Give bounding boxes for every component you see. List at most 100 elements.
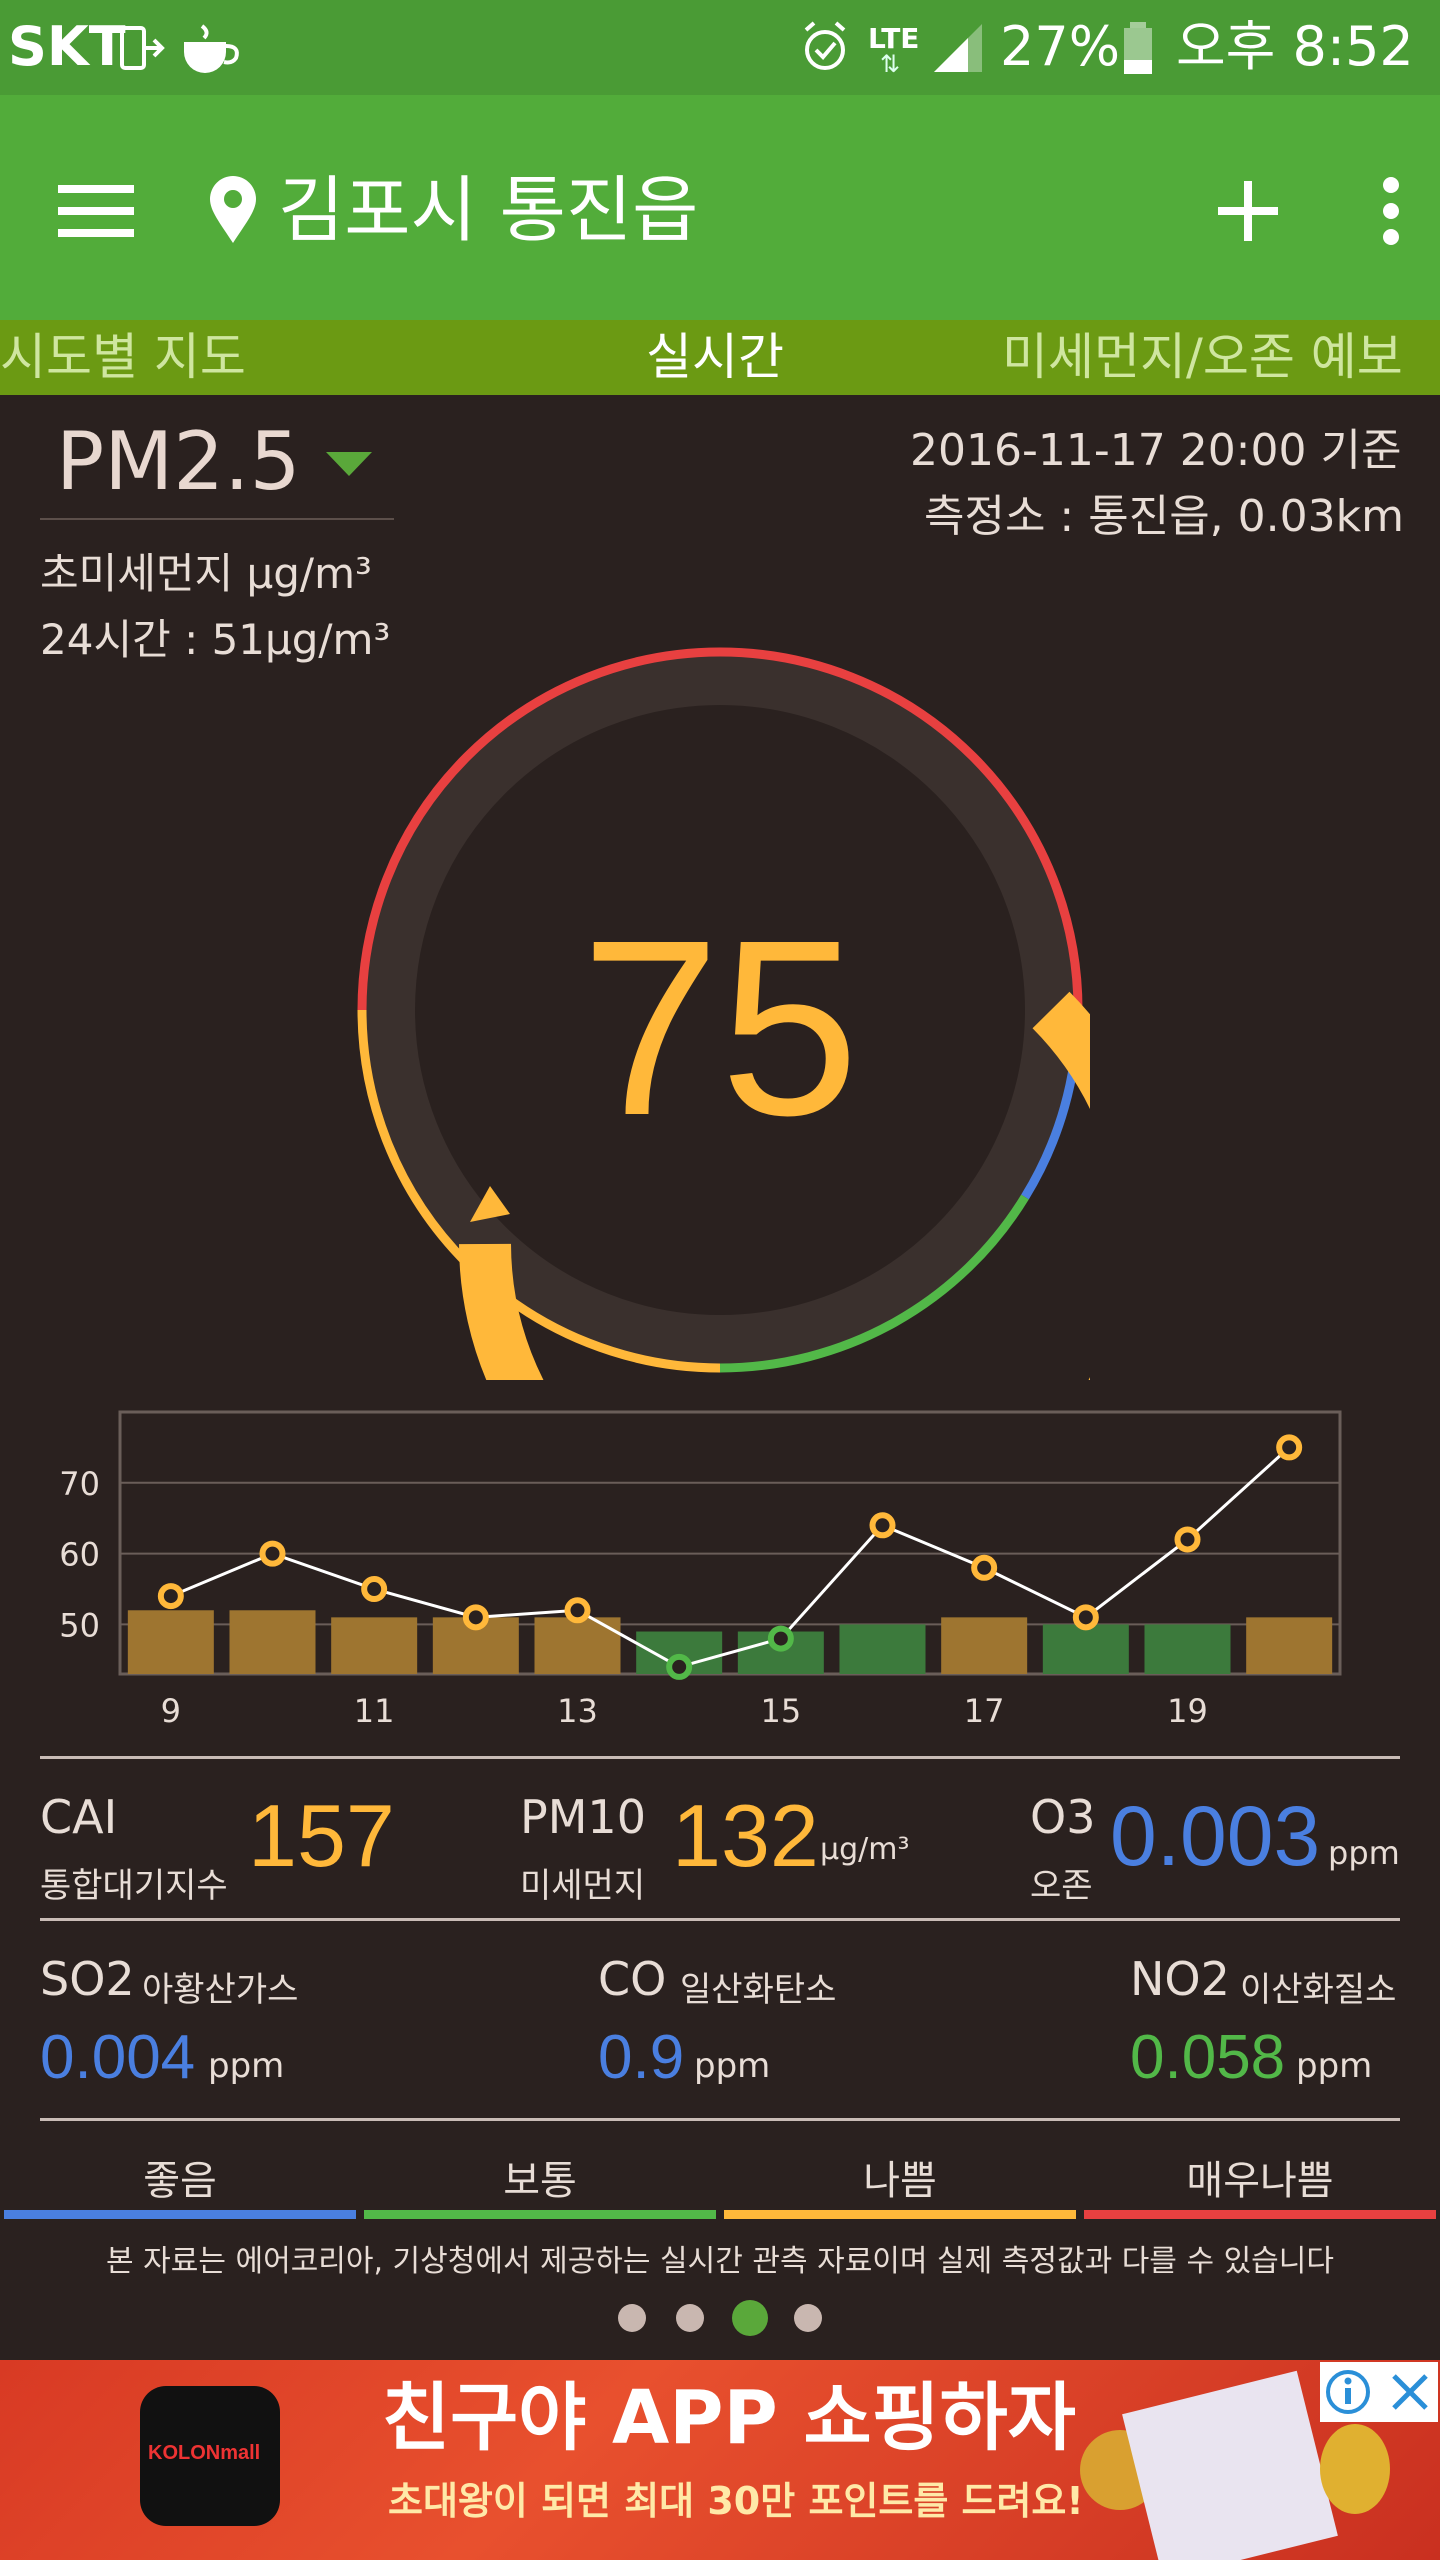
app-bar: 김포시 통진읍 bbox=[0, 95, 1440, 320]
gauge-value: 75 bbox=[581, 888, 859, 1167]
chart-y-tick-label: 50 bbox=[59, 1606, 100, 1644]
chart-point bbox=[361, 1576, 388, 1603]
pm10-sub: 미세먼지 bbox=[520, 1866, 646, 1906]
no2-value: 0.058 bbox=[1130, 2023, 1286, 2092]
legend-very-bad-label: 매우나쁨 bbox=[1186, 2158, 1334, 2204]
data-arrows-icon: ⇅ bbox=[880, 50, 901, 78]
divider bbox=[40, 2118, 1400, 2121]
ad-info-icon[interactable] bbox=[1324, 2368, 1372, 2416]
chart-bar bbox=[1246, 1617, 1333, 1674]
chart-point bbox=[1174, 1526, 1201, 1553]
status-bar: SKT LTE ⇅ 27% 오후 8:52 bbox=[0, 0, 1440, 95]
pm10-value: 132 bbox=[672, 1786, 819, 1885]
page-indicator-dot-active[interactable] bbox=[732, 2300, 768, 2336]
coffee-cup-icon bbox=[184, 24, 239, 73]
o3-unit: ppm bbox=[1328, 1834, 1400, 1872]
ad-coin-icon bbox=[1320, 2424, 1390, 2514]
pollutant-selector[interactable]: PM2.5 bbox=[40, 400, 394, 520]
divider bbox=[40, 1756, 1400, 1759]
chart-bar bbox=[331, 1617, 418, 1674]
page-indicator-dot[interactable] bbox=[794, 2304, 822, 2332]
page-indicator-dot[interactable] bbox=[676, 2304, 704, 2332]
menu-icon[interactable] bbox=[58, 183, 134, 239]
legend-very-bad-bar bbox=[1084, 2210, 1436, 2219]
chart-point bbox=[767, 1625, 794, 1652]
divider bbox=[40, 518, 394, 520]
legend-normal-bar bbox=[364, 2210, 716, 2219]
cai-sub: 통합대기지수 bbox=[40, 1866, 228, 1906]
station-info: 측정소 : 통진읍, 0.03km bbox=[924, 491, 1404, 542]
chart-bar bbox=[1042, 1624, 1129, 1674]
co-value: 0.9 bbox=[598, 2023, 685, 2092]
tab-realtime[interactable]: 실시간 bbox=[646, 326, 784, 388]
page-indicator-dot[interactable] bbox=[618, 2304, 646, 2332]
aqi-gauge: 75 bbox=[357, 647, 1090, 1380]
chart-bar bbox=[127, 1610, 214, 1674]
location-title[interactable]: 김포시 통진읍 bbox=[278, 165, 698, 255]
more-vert-icon[interactable] bbox=[1380, 175, 1402, 247]
chart-x-tick-label: 9 bbox=[161, 1692, 181, 1730]
chart-x-tick-label: 11 bbox=[354, 1692, 395, 1730]
pm10-name: PM10 bbox=[520, 1790, 646, 1844]
battery-percent: 27% bbox=[1000, 15, 1121, 78]
chart-x-tick-label: 13 bbox=[557, 1692, 598, 1730]
chart-point bbox=[462, 1604, 489, 1631]
chart-y-tick-label: 70 bbox=[59, 1465, 100, 1503]
ad-subline: 초대왕이 되면 최대 30만 포인트를 드려요! bbox=[388, 2479, 1084, 2523]
chart-y-tick-label: 60 bbox=[59, 1536, 100, 1574]
cai-value: 157 bbox=[248, 1786, 395, 1885]
chart-point bbox=[1276, 1434, 1303, 1461]
chart-point bbox=[869, 1512, 896, 1539]
o3-value: 0.003 bbox=[1110, 1789, 1321, 1883]
ad-phone-image bbox=[1122, 2370, 1338, 2560]
chart-x-tick-label: 17 bbox=[964, 1692, 1005, 1730]
chart-point bbox=[259, 1540, 286, 1567]
no2-unit: ppm bbox=[1296, 2046, 1373, 2086]
chart-point bbox=[971, 1554, 998, 1581]
tab-forecast[interactable]: 미세먼지/오존 예보 bbox=[1002, 326, 1403, 388]
legend-bad-bar bbox=[724, 2210, 1076, 2219]
ad-headline: 친구야 APP 쇼핑하자 bbox=[382, 2375, 1076, 2461]
legend-good-bar bbox=[4, 2210, 356, 2219]
chart-point bbox=[564, 1597, 591, 1624]
so2-value: 0.004 bbox=[40, 2023, 196, 2092]
signal-icon bbox=[934, 24, 982, 72]
chart-bar bbox=[839, 1624, 926, 1674]
co-unit: ppm bbox=[694, 2046, 771, 2086]
chart-x-tick-label: 15 bbox=[760, 1692, 801, 1730]
chart-point bbox=[157, 1583, 184, 1610]
chart-bar bbox=[229, 1610, 316, 1674]
divider bbox=[40, 1918, 1400, 1921]
carrier-label: SKT bbox=[8, 15, 126, 78]
alarm-icon bbox=[804, 21, 846, 70]
so2-sub: 아황산가스 bbox=[142, 1970, 299, 2010]
avg-24h: 24시간 : 51μg/m³ bbox=[40, 615, 391, 664]
dropdown-triangle-icon bbox=[326, 452, 372, 476]
chart-bar bbox=[941, 1617, 1028, 1674]
chart-bar bbox=[1144, 1624, 1231, 1674]
o3-name: O3 bbox=[1030, 1790, 1096, 1844]
screen-mirror-icon bbox=[120, 26, 165, 70]
chart-x-tick-label: 19 bbox=[1167, 1692, 1208, 1730]
pollutant-subtitle: 초미세먼지 μg/m³ bbox=[40, 549, 372, 598]
ad-close-icon[interactable] bbox=[1388, 2370, 1432, 2414]
tab-province-map[interactable]: 시도별 지도 bbox=[0, 326, 246, 388]
legend-normal-label: 보통 bbox=[503, 2158, 577, 2204]
pm10-unit: μg/m³ bbox=[820, 1832, 910, 1867]
so2-unit: ppm bbox=[208, 2046, 285, 2086]
add-icon[interactable] bbox=[1218, 181, 1278, 241]
ad-banner[interactable]: KOLONmall 친구야 APP 쇼핑하자 초대왕이 되면 최대 30만 포인… bbox=[0, 2360, 1440, 2560]
tab-bar: 시도별 지도 실시간 미세먼지/오존 예보 bbox=[0, 320, 1440, 395]
no2-sub: 이산화질소 bbox=[1240, 1970, 1397, 2010]
hourly-chart: 70 60 50 9 11 13 15 17 19 bbox=[59, 1410, 1342, 1730]
chart-point bbox=[666, 1653, 693, 1680]
no2-name: NO2 bbox=[1130, 1952, 1230, 2006]
ad-brand-logo: KOLONmall bbox=[140, 2386, 280, 2526]
legend-good-label: 좋음 bbox=[143, 2158, 217, 2204]
so2-name: SO2 bbox=[40, 1952, 135, 2006]
co-name: CO bbox=[598, 1952, 667, 2006]
cai-name: CAI bbox=[40, 1790, 118, 1844]
battery-icon bbox=[1124, 22, 1152, 74]
data-notice: 본 자료는 에어코리아, 기상청에서 제공하는 실시간 관측 자료이며 실제 측… bbox=[106, 2244, 1334, 2279]
measurement-datetime: 2016-11-17 20:00 기준 bbox=[910, 425, 1402, 476]
